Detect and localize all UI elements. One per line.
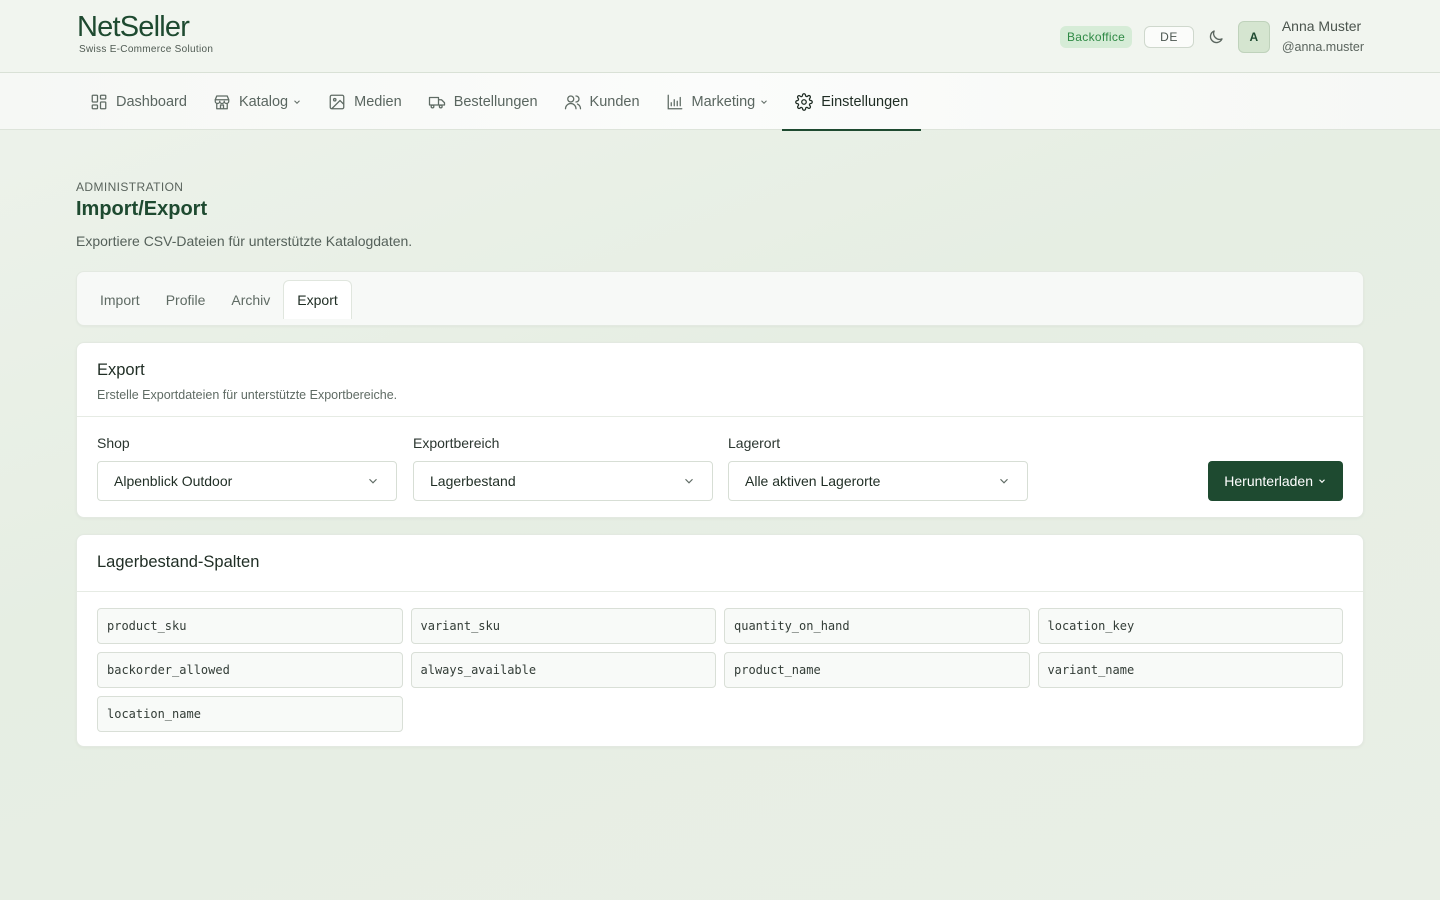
export-area-select[interactable]: Lagerbestand: [413, 461, 713, 501]
nav-item-kunden[interactable]: Kunden: [551, 73, 653, 130]
shop-field: Shop Alpenblick Outdoor: [97, 435, 397, 501]
location-select[interactable]: Alle aktiven Lagerorte: [728, 461, 1028, 501]
gear-icon: [795, 92, 814, 111]
column-chip: variant_name: [1037, 652, 1343, 688]
export-card-header: Export Erstelle Exportdateien für unters…: [77, 343, 1363, 417]
nav-item-bestellungen[interactable]: Bestellungen: [415, 73, 551, 130]
logo-wordmark: NetSeller: [77, 11, 190, 43]
columns-card-header: Lagerbestand-Spalten: [77, 535, 1363, 592]
nav-item-dashboard[interactable]: Dashboard: [77, 73, 200, 130]
columns-card-title: Lagerbestand-Spalten: [97, 553, 260, 571]
logo-tagline: Swiss E-Commerce Solution: [79, 44, 214, 55]
backoffice-badge: Backoffice: [1060, 25, 1133, 48]
chevron-down-icon: [294, 99, 300, 104]
nav-label-kunden: Kunden: [589, 93, 640, 110]
shop-label: Shop: [97, 435, 130, 451]
user-info[interactable]: Anna Muster @anna.muster: [1282, 16, 1364, 58]
user-name: Anna Muster: [1281, 17, 1362, 34]
store-icon: [214, 94, 230, 109]
users-icon: [564, 94, 581, 109]
shop-select-value: Alpenblick Outdoor: [114, 473, 233, 489]
column-chip: variant_sku: [410, 608, 716, 644]
column-chip: always_available: [410, 652, 716, 688]
dashboard-icon: [91, 94, 107, 109]
column-list: product_sku variant_sku quantity_on_hand…: [97, 608, 1343, 732]
nav-label-katalog: Katalog: [238, 93, 289, 110]
nav-item-medien[interactable]: Medien: [315, 73, 415, 130]
netseller-logo[interactable]: NetSeller Swiss E-Commerce Solution: [77, 12, 227, 58]
column-chip: backorder_allowed: [97, 652, 403, 688]
column-chip: product_name: [724, 652, 1030, 688]
avatar[interactable]: A: [1237, 20, 1270, 53]
page-description: Exportiere CSV-Dateien für unterstützte …: [76, 233, 413, 249]
chevron-down-icon: [1000, 478, 1008, 484]
export-area-select-value: Lagerbestand: [430, 473, 516, 489]
shop-select[interactable]: Alpenblick Outdoor: [97, 461, 397, 501]
chevron-down-icon: [369, 478, 377, 484]
language-switch-button[interactable]: DE: [1144, 25, 1194, 48]
chevron-down-icon: [761, 99, 768, 104]
column-chip: quantity_on_hand: [724, 608, 1030, 644]
header-tools: Backoffice DE A Anna Muster @anna.muster: [1060, 0, 1364, 73]
nav-item-einstellungen[interactable]: Einstellungen: [782, 73, 922, 131]
user-handle: @anna.muster: [1281, 39, 1364, 54]
chevron-down-icon: [1319, 479, 1325, 484]
download-button[interactable]: Herunterladen: [1208, 461, 1343, 501]
column-chip: location_name: [97, 696, 403, 732]
location-select-value: Alle aktiven Lagerorte: [745, 473, 881, 489]
nav-label-dashboard: Dashboard: [116, 93, 187, 110]
column-chip: location_key: [1037, 608, 1343, 644]
export-card: Export Erstelle Exportdateien für unters…: [76, 342, 1364, 518]
page-header: ADMINISTRATION Import/Export Exportiere …: [76, 180, 412, 249]
top-bar: NetSeller Swiss E-Commerce Solution Back…: [0, 0, 1440, 73]
main-navigation: Dashboard Katalog Medien Bestellungen Ku…: [0, 73, 1440, 131]
moon-icon[interactable]: [1207, 28, 1225, 46]
location-field: Lagerort Alle aktiven Lagerorte: [728, 435, 1028, 501]
tab-archiv[interactable]: Archiv: [218, 280, 283, 319]
nav-item-marketing[interactable]: Marketing: [653, 73, 783, 130]
truck-icon: [428, 96, 445, 108]
nav-item-katalog[interactable]: Katalog: [200, 73, 315, 130]
export-card-subtitle: Erstelle Exportdateien für unterstützte …: [97, 388, 398, 402]
page-title: Import/Export: [76, 198, 208, 220]
breadcrumb: ADMINISTRATION: [76, 180, 184, 194]
columns-card: Lagerbestand-Spalten product_sku variant…: [76, 534, 1364, 747]
nav-label-bestellungen: Bestellungen: [453, 93, 538, 110]
download-button-label: Herunterladen: [1224, 473, 1313, 489]
nav-label-marketing: Marketing: [691, 93, 756, 110]
tab-bar: Import Profile Archiv Export: [76, 271, 1364, 326]
column-chip: product_sku: [97, 608, 403, 644]
export-card-title: Export: [97, 361, 145, 379]
export-area-label: Exportbereich: [413, 435, 500, 451]
nav-label-medien: Medien: [354, 93, 402, 110]
chart-icon: [667, 94, 682, 109]
image-icon: [329, 94, 345, 109]
tab-import[interactable]: Import: [87, 280, 153, 319]
chevron-down-icon: [685, 478, 693, 484]
nav-label-einstellungen: Einstellungen: [821, 93, 909, 110]
tab-profile[interactable]: Profile: [153, 280, 219, 319]
location-label: Lagerort: [728, 435, 781, 451]
export-area-field: Exportbereich Lagerbestand: [413, 435, 713, 501]
tab-export[interactable]: Export: [283, 280, 352, 319]
